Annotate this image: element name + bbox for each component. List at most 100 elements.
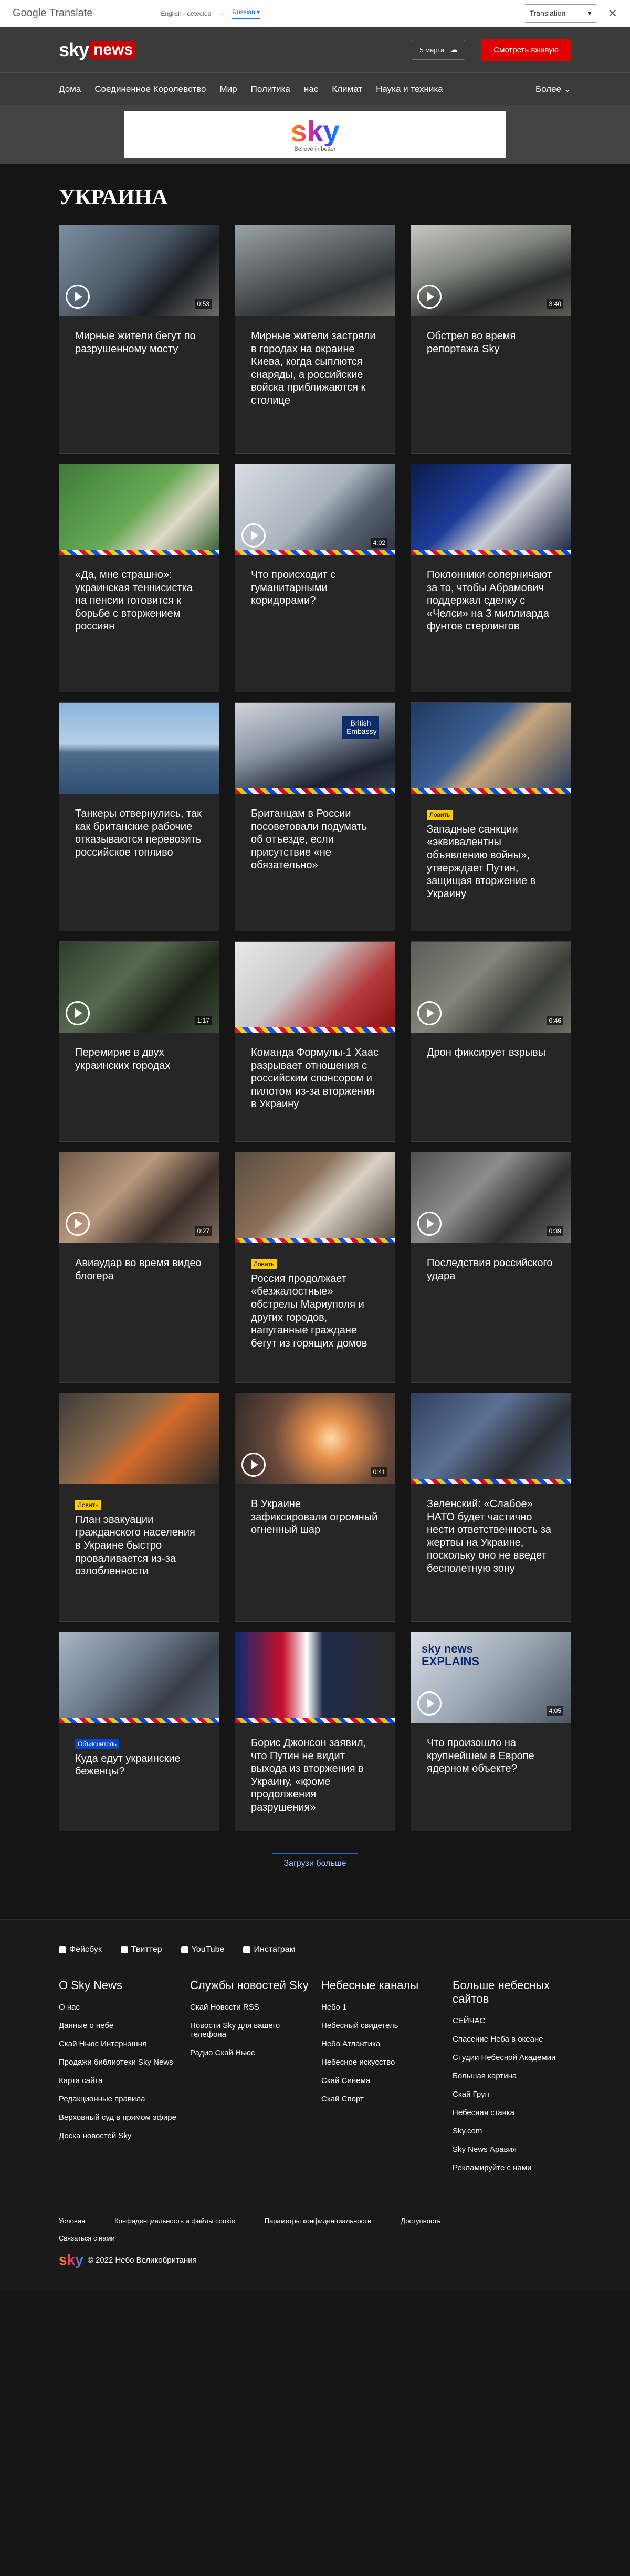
- play-icon[interactable]: [417, 285, 442, 309]
- story-title[interactable]: «Да, мне страшно»: украинская теннисистк…: [59, 555, 219, 647]
- translation-select[interactable]: Translation ▾: [523, 4, 597, 23]
- story-card[interactable]: Мирные жители застряли в городах на окра…: [235, 225, 395, 454]
- story-card[interactable]: 1:17 Перемирие в двух украинских городах: [59, 941, 219, 1142]
- story-card[interactable]: 0:39 Последствия российского удара: [411, 1152, 571, 1383]
- story-card[interactable]: 3:40 Обстрел во время репортажа Sky: [411, 225, 571, 454]
- story-title[interactable]: Что происходит с гуманитарными коридорам…: [235, 555, 395, 621]
- story-card[interactable]: «Да, мне страшно»: украинская теннисистк…: [59, 464, 219, 692]
- facebook-link[interactable]: Фейсбук: [59, 1945, 102, 1954]
- nav-item-home[interactable]: Дома: [59, 84, 81, 94]
- story-title[interactable]: Что произошло на крупнейшем в Европе яде…: [411, 1723, 571, 1789]
- story-card[interactable]: 4:02 Что происходит с гуманитарными кори…: [235, 464, 395, 692]
- footer-link[interactable]: Небесное искусство: [321, 2058, 440, 2067]
- story-body[interactable]: Ловить План эвакуации гражданского насел…: [59, 1484, 219, 1592]
- story-card[interactable]: Ловить Россия продолжает «безжалостные» …: [235, 1152, 395, 1383]
- story-title[interactable]: Британцам в России посоветовали подумать…: [235, 794, 395, 886]
- story-title[interactable]: Танкеры отвернулись, так как британские …: [59, 794, 219, 872]
- footer-link[interactable]: О нас: [59, 2003, 177, 2012]
- story-card[interactable]: Объяснитель Куда едут украинские беженцы…: [59, 1632, 219, 1831]
- story-card[interactable]: sky news EXPLAINS 4:05 Что произошло на …: [411, 1632, 571, 1831]
- watch-live-button[interactable]: Смотреть вживую: [481, 39, 571, 61]
- story-card[interactable]: Команда Формулы-1 Хаас разрывает отношен…: [235, 941, 395, 1142]
- play-icon[interactable]: [242, 523, 266, 548]
- target-language[interactable]: Russian ▾: [232, 8, 260, 19]
- story-title[interactable]: Последствия российского удара: [411, 1243, 571, 1296]
- footer-link[interactable]: Небо 1: [321, 2003, 440, 2012]
- footer-link[interactable]: Данные о небе: [59, 2021, 177, 2030]
- story-title[interactable]: Поклонники соперничают за то, чтобы Абра…: [411, 555, 571, 647]
- story-body[interactable]: Ловить Россия продолжает «безжалостные» …: [235, 1243, 395, 1363]
- story-card[interactable]: Танкеры отвернулись, так как британские …: [59, 702, 219, 931]
- story-card[interactable]: 0:41 В Украине зафиксировали огромный ог…: [235, 1393, 395, 1622]
- story-title[interactable]: Борис Джонсон заявил, что Путин не видит…: [235, 1723, 395, 1828]
- story-title[interactable]: Команда Формулы-1 Хаас разрывает отношен…: [235, 1033, 395, 1124]
- story-card[interactable]: Ловить План эвакуации гражданского насел…: [59, 1393, 219, 1622]
- footer-link[interactable]: Карта сайта: [59, 2076, 177, 2085]
- story-card[interactable]: Зеленский: «Слабое» НАТО будет частично …: [411, 1393, 571, 1622]
- story-card[interactable]: Поклонники соперничают за то, чтобы Абра…: [411, 464, 571, 692]
- footer-link[interactable]: Новости Sky для вашего телефона: [190, 2021, 309, 2039]
- footer-link[interactable]: Верховный суд в прямом эфире: [59, 2113, 177, 2122]
- story-body[interactable]: Ловить Западные санкции «эквивалентны об…: [411, 794, 571, 914]
- footer-link[interactable]: Скай Груп: [453, 2090, 571, 2099]
- sky-ad-banner[interactable]: sky Believe in better: [124, 111, 506, 158]
- nav-item-us[interactable]: нас: [304, 84, 318, 94]
- contact-link[interactable]: Связаться с нами: [59, 2234, 571, 2242]
- footer-link[interactable]: Редакционные правила: [59, 2095, 177, 2104]
- footer-link[interactable]: Продажи библиотеки Sky News: [59, 2058, 177, 2067]
- story-title[interactable]: Авиаудар во время видео блогера: [59, 1243, 219, 1296]
- footer-link[interactable]: СЕЙЧАС: [453, 2016, 571, 2025]
- instagram-link[interactable]: Инстаграм: [243, 1945, 295, 1954]
- story-title[interactable]: Мирные жители застряли в городах на окра…: [235, 316, 395, 421]
- footer-link[interactable]: Скай Спорт: [321, 2095, 440, 2104]
- accessibility-link[interactable]: Доступность: [401, 2217, 440, 2225]
- story-title[interactable]: Дрон фиксирует взрывы: [411, 1033, 571, 1073]
- footer-link[interactable]: Спасение Неба в океане: [453, 2035, 571, 2044]
- twitter-link[interactable]: Твиттер: [120, 1945, 162, 1954]
- story-title[interactable]: Перемирие в двух украинских городах: [59, 1033, 219, 1086]
- footer-link[interactable]: Доска новостей Sky: [59, 2131, 177, 2140]
- footer-link[interactable]: Небесный свидетель: [321, 2021, 440, 2030]
- story-title[interactable]: В Украине зафиксировали огромный огненны…: [235, 1484, 395, 1550]
- story-card[interactable]: 0:46 Дрон фиксирует взрывы: [411, 941, 571, 1142]
- play-icon[interactable]: [66, 1212, 90, 1236]
- nav-item-uk[interactable]: Соединенное Королевство: [94, 84, 206, 94]
- story-card[interactable]: Ловить Западные санкции «эквивалентны об…: [411, 702, 571, 931]
- privacy-link[interactable]: Конфиденциальность и файлы cookie: [114, 2217, 235, 2225]
- footer-link[interactable]: Sky News Аравия: [453, 2145, 571, 2154]
- story-title[interactable]: Обстрел во время репортажа Sky: [411, 316, 571, 369]
- footer-link[interactable]: Радио Скай Ньюс: [190, 2048, 309, 2057]
- play-icon[interactable]: [66, 1001, 90, 1025]
- date-weather-widget[interactable]: 5 марта ☁: [412, 40, 466, 60]
- play-icon[interactable]: [417, 1212, 442, 1236]
- footer-link[interactable]: Рекламируйте с нами: [453, 2163, 571, 2172]
- nav-item-climate[interactable]: Климат: [332, 84, 362, 94]
- close-icon[interactable]: ✕: [608, 7, 617, 20]
- play-icon[interactable]: [242, 1453, 266, 1477]
- story-card[interactable]: British Embassy Британцам в России посов…: [235, 702, 395, 931]
- footer-link[interactable]: Sky.com: [453, 2127, 571, 2136]
- footer-link[interactable]: Скай Новости RSS: [190, 2003, 309, 2012]
- story-title[interactable]: Зеленский: «Слабое» НАТО будет частично …: [411, 1484, 571, 1589]
- play-icon[interactable]: [417, 1691, 442, 1716]
- footer-link[interactable]: Скай Синема: [321, 2076, 440, 2085]
- sky-news-logo[interactable]: sky news: [59, 39, 136, 61]
- sky-logo-small[interactable]: sky: [59, 2252, 83, 2268]
- nav-more[interactable]: Более ⌄: [536, 84, 571, 94]
- footer-link[interactable]: Скай Ньюс Интернэшнл: [59, 2039, 177, 2048]
- story-card[interactable]: Борис Джонсон заявил, что Путин не видит…: [235, 1632, 395, 1831]
- privacy-options-link[interactable]: Параметры конфиденциальности: [265, 2217, 372, 2225]
- story-card[interactable]: 0:27 Авиаудар во время видео блогера: [59, 1152, 219, 1383]
- nav-item-science-tech[interactable]: Наука и техника: [376, 84, 443, 94]
- youtube-link[interactable]: YouTube: [181, 1945, 224, 1954]
- terms-link[interactable]: Условия: [59, 2217, 85, 2225]
- google-translate-logo[interactable]: Google Translate: [13, 7, 92, 19]
- nav-item-world[interactable]: Мир: [219, 84, 237, 94]
- play-icon[interactable]: [66, 285, 90, 309]
- footer-link[interactable]: Небесная ставка: [453, 2108, 571, 2117]
- footer-link[interactable]: Небо Атлантика: [321, 2039, 440, 2048]
- footer-link[interactable]: Большая картина: [453, 2072, 571, 2080]
- detected-language[interactable]: English - detected: [161, 10, 211, 17]
- story-title[interactable]: Мирные жители бегут по разрушенному мост…: [59, 316, 219, 369]
- nav-item-politics[interactable]: Политика: [251, 84, 290, 94]
